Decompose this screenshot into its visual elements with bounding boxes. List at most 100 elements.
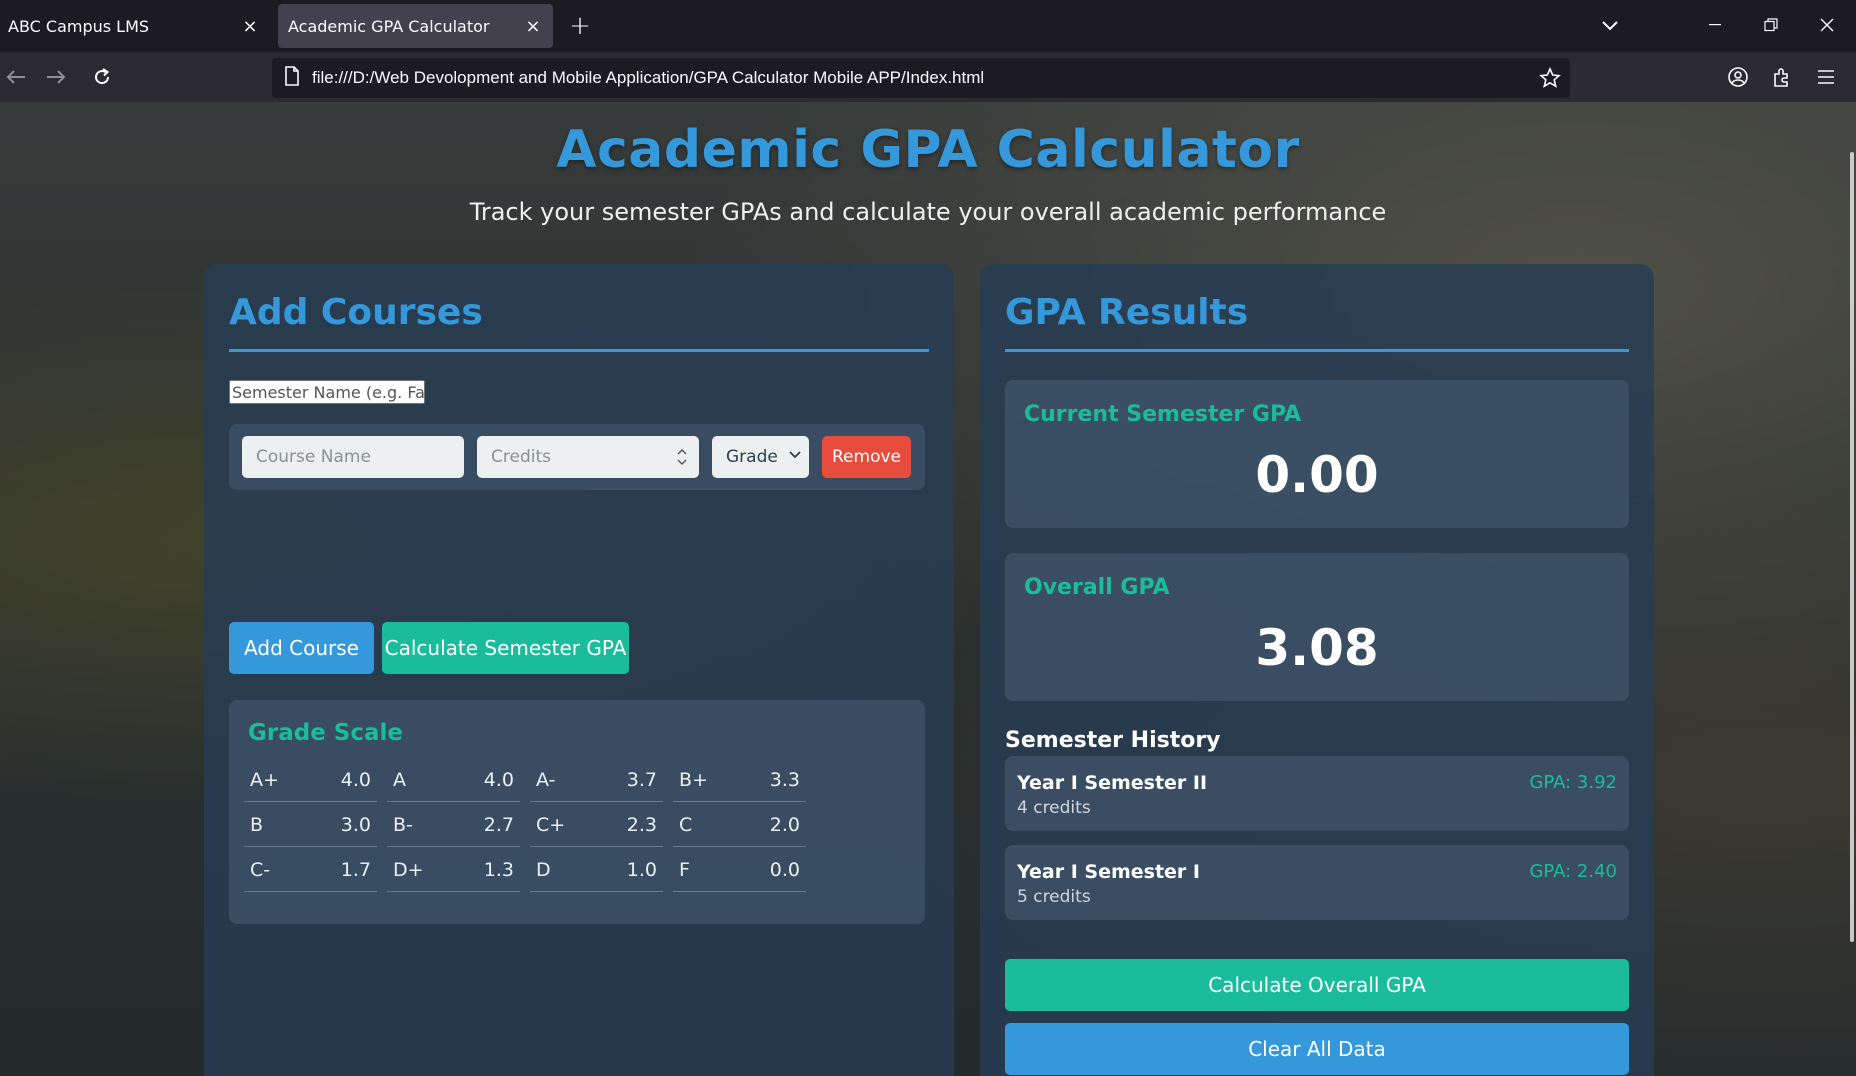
browser-tab-bar: ABC Campus LMS × Academic GPA Calculator…: [0, 0, 1856, 52]
add-course-button[interactable]: Add Course: [229, 622, 374, 674]
grade-points: 4.0: [340, 768, 371, 791]
grade-scale-item: B 3.0: [244, 803, 377, 847]
grade-points: 3.0: [340, 813, 371, 836]
grade-letter: B-: [393, 813, 413, 836]
history-item: Year I Semester I 5 credits GPA: 2.40: [1005, 845, 1629, 920]
tab-abc-campus-lms[interactable]: ABC Campus LMS ×: [0, 4, 270, 48]
grade-scale-item: D+ 1.3: [387, 848, 520, 892]
grade-points: 2.0: [769, 813, 800, 836]
url-text: file:///D:/Web Devolopment and Mobile Ap…: [312, 68, 985, 87]
account-icon[interactable]: [1722, 61, 1754, 93]
grade-points: 1.3: [483, 858, 514, 881]
grade-scale-item: A+ 4.0: [244, 758, 377, 802]
forward-arrow-icon[interactable]: [40, 61, 72, 93]
url-bar[interactable]: file:///D:/Web Devolopment and Mobile Ap…: [272, 58, 1570, 98]
chevron-down-icon: [789, 448, 801, 462]
page-content: Academic GPA Calculator Track your semes…: [0, 102, 1856, 1076]
grade-letter: B+: [679, 768, 708, 791]
close-window-icon[interactable]: [1804, 6, 1850, 44]
grade-scale-title: Grade Scale: [248, 720, 404, 746]
grade-letter: C: [679, 813, 693, 836]
grade-points: 2.3: [626, 813, 657, 836]
add-courses-title: Add Courses: [229, 292, 483, 333]
overall-gpa-label: Overall GPA: [1024, 575, 1170, 600]
grade-letter: A+: [250, 768, 279, 791]
overall-gpa-value: 3.08: [1255, 619, 1379, 677]
add-courses-panel: Add Courses Semester Name (e.g. Fall 2 C…: [204, 264, 954, 1076]
menu-icon[interactable]: [1810, 61, 1842, 93]
tab-academic-gpa-calculator[interactable]: Academic GPA Calculator ×: [278, 4, 553, 48]
credits-placeholder: Credits: [491, 447, 551, 467]
grade-scale-item: A 4.0: [387, 758, 520, 802]
calculate-overall-gpa-button[interactable]: Calculate Overall GPA: [1005, 959, 1629, 1011]
page-subtitle: Track your semester GPAs and calculate y…: [469, 198, 1387, 226]
grade-scale-item: C 2.0: [673, 803, 806, 847]
grade-select[interactable]: Grade: [712, 436, 809, 478]
current-semester-gpa-card: Current Semester GPA 0.00: [1005, 380, 1629, 528]
gpa-results-title: GPA Results: [1005, 292, 1249, 333]
grade-scale-item: F 0.0: [673, 848, 806, 892]
grade-points: 3.7: [626, 768, 657, 791]
minimize-icon[interactable]: [1692, 6, 1738, 44]
history-credits: 5 credits: [1017, 887, 1091, 907]
tab-label: Academic GPA Calculator: [288, 16, 490, 36]
semester-history-title: Semester History: [1005, 728, 1221, 753]
credits-input[interactable]: Credits: [477, 436, 699, 478]
grade-letter: D: [536, 858, 551, 881]
chevron-down-icon[interactable]: [1596, 12, 1624, 40]
history-semester-name: Year I Semester I: [1017, 861, 1200, 883]
grade-letter: B: [250, 813, 264, 836]
grade-letter: D+: [393, 858, 424, 881]
remove-course-button[interactable]: Remove: [822, 436, 911, 478]
grade-scale-card: Grade Scale A+ 4.0 A 4.0 A- 3.7 B+ 3.3 B 3.0 B- 2.7…: [229, 700, 925, 924]
grade-letter: C+: [536, 813, 566, 836]
current-semester-gpa-value: 0.00: [1255, 446, 1379, 504]
history-item: Year I Semester II 4 credits GPA: 3.92: [1005, 756, 1629, 831]
grade-select-value: Grade: [726, 447, 778, 467]
calculate-semester-gpa-button[interactable]: Calculate Semester GPA: [382, 622, 629, 674]
grade-points: 4.0: [483, 768, 514, 791]
grade-scale-item: B+ 3.3: [673, 758, 806, 802]
course-row: Course Name Credits Grade Remove: [229, 424, 925, 490]
reload-icon[interactable]: [86, 61, 118, 93]
grade-letter: C-: [250, 858, 271, 881]
back-arrow-icon[interactable]: [0, 61, 32, 93]
history-gpa: GPA: 2.40: [1529, 861, 1617, 882]
title-divider: [229, 349, 929, 352]
grade-points: 0.0: [769, 858, 800, 881]
grade-scale-item: C- 1.7: [244, 848, 377, 892]
history-credits: 4 credits: [1017, 798, 1091, 818]
course-name-input[interactable]: Course Name: [242, 436, 464, 478]
extensions-icon[interactable]: [1766, 61, 1798, 93]
grade-letter: A: [393, 768, 406, 791]
grade-letter: A-: [536, 768, 556, 791]
grade-points: 3.3: [769, 768, 800, 791]
semester-name-input[interactable]: Semester Name (e.g. Fall 2: [229, 380, 425, 404]
title-divider: [1005, 349, 1629, 352]
current-semester-gpa-label: Current Semester GPA: [1024, 402, 1302, 427]
new-tab-button[interactable]: +: [566, 11, 594, 41]
bookmark-star-icon[interactable]: [1538, 66, 1562, 90]
browser-nav-bar: file:///D:/Web Devolopment and Mobile Ap…: [0, 52, 1856, 102]
number-spinner-icon[interactable]: [675, 446, 689, 468]
page-icon: [284, 66, 300, 90]
restore-icon[interactable]: [1748, 6, 1794, 44]
grade-scale-item: B- 2.7: [387, 803, 520, 847]
gpa-results-panel: GPA Results Current Semester GPA 0.00 Ov…: [980, 264, 1654, 1076]
history-gpa: GPA: 3.92: [1529, 772, 1617, 793]
overall-gpa-card: Overall GPA 3.08: [1005, 553, 1629, 701]
clear-all-data-button[interactable]: Clear All Data: [1005, 1023, 1629, 1075]
history-semester-name: Year I Semester II: [1017, 772, 1208, 794]
grade-scale-item: A- 3.7: [530, 758, 663, 802]
tab-label: ABC Campus LMS: [8, 16, 150, 36]
grade-scale-item: D 1.0: [530, 848, 663, 892]
grade-points: 1.0: [626, 858, 657, 881]
grade-points: 1.7: [340, 858, 371, 881]
close-tab-icon[interactable]: ×: [521, 14, 545, 38]
page-scrollbar[interactable]: [1850, 152, 1854, 942]
grade-scale-item: C+ 2.3: [530, 803, 663, 847]
grade-letter: F: [679, 858, 690, 881]
page-title: Academic GPA Calculator: [556, 120, 1300, 180]
grade-points: 2.7: [483, 813, 514, 836]
close-tab-icon[interactable]: ×: [238, 14, 262, 38]
